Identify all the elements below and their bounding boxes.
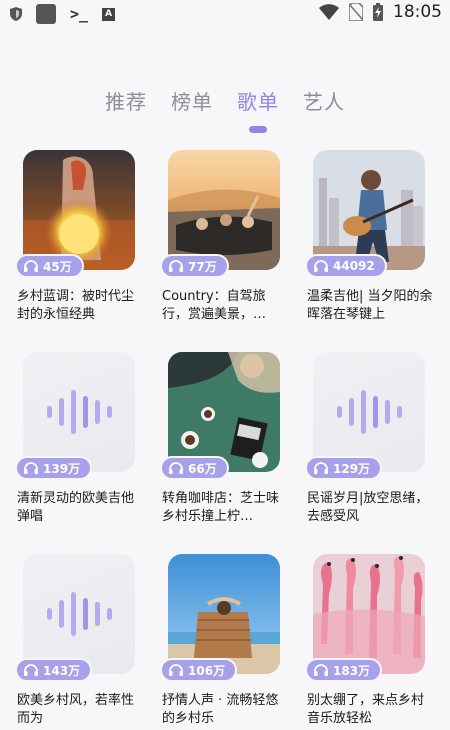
playlist-card[interactable]: 129万 民谣岁月|放空思绪，去感受风 [305,352,428,524]
play-count-badge: 139万 [15,456,93,480]
playlist-title[interactable]: 民谣岁月|放空思绪，去感受风 [307,490,433,526]
playlist-cover[interactable] [168,150,280,270]
playlist-card[interactable]: 106万 抒情人声 · 流畅轻悠的乡村乐 [160,554,282,726]
headphone-icon [169,260,183,272]
terminal-icon: >_ [70,5,89,23]
headphone-icon [24,260,38,272]
playlist-cover[interactable] [23,150,135,270]
playlist-card[interactable]: 77万 Country：自驾旅行，赏遍美景，… [160,150,282,322]
coffee-table-image [168,352,280,472]
play-count-badge: 183万 [305,658,383,682]
headphone-icon [169,664,183,676]
playlist-cover[interactable] [313,150,425,270]
playlist-card[interactable]: 45万 乡村蓝调：被时代尘封的永恒经典 [15,150,137,322]
shield-icon [10,7,22,21]
guitar-girl-city-image [313,150,425,270]
playlist-cover[interactable] [23,554,135,674]
playlist-cover[interactable] [313,554,425,674]
play-count: 44092 [333,259,375,273]
playlist-card[interactable]: 139万 清新灵动的欧美吉他弹唱 [15,352,137,524]
play-count: 66万 [188,461,217,476]
playlist-cover[interactable] [168,352,280,472]
headphone-icon [24,664,38,676]
playlist-cover[interactable] [23,352,135,472]
play-count: 143万 [43,663,81,678]
play-count: 106万 [188,663,226,678]
play-count-badge: 143万 [15,658,93,682]
playlist-title[interactable]: 乡村蓝调：被时代尘封的永恒经典 [17,288,143,324]
status-bar: >_ A 18:05 [0,0,450,28]
headphone-icon [24,462,38,474]
play-count: 129万 [333,461,371,476]
playlist-title[interactable]: 转角咖啡店：芝士味乡村乐撞上柠… [162,490,288,526]
app-notification-icon [36,4,56,24]
sound-wave-icon [47,592,112,636]
playlist-title[interactable]: Country：自驾旅行，赏遍美景，… [162,288,288,324]
playlist-title[interactable]: 欧美乡村风，若率性而为 [17,692,143,728]
playlist-cover[interactable] [168,554,280,674]
headphone-icon [314,260,328,272]
category-tabs: 推荐 榜单 歌单 艺人 [0,86,450,116]
play-count-badge: 44092 [305,254,387,278]
beach-chair-reader-image [168,554,280,674]
playlist-cover[interactable] [313,352,425,472]
playlist-title[interactable]: 抒情人声 · 流畅轻悠的乡村乐 [162,692,288,728]
clock: 18:05 [393,2,442,22]
a-notification-icon: A [102,7,116,21]
playlist-card[interactable]: 183万 别太绷了，来点乡村音乐放轻松 [305,554,427,726]
tab-playlists[interactable]: 歌单 [237,86,279,115]
headphone-icon [314,664,328,676]
playlist-title[interactable]: 清新灵动的欧美吉他弹唱 [17,490,143,526]
tab-artists[interactable]: 艺人 [303,86,345,115]
headphone-icon [314,462,328,474]
battery-charging-icon [373,3,383,21]
playlist-card[interactable]: 44092 温柔吉他| 当夕阳的余晖落在琴键上 [305,150,433,322]
play-count: 45万 [43,259,72,274]
tab-recommend[interactable]: 推荐 [105,86,147,115]
play-count-badge: 129万 [305,456,383,480]
play-count-badge: 77万 [160,254,229,278]
play-count-badge: 45万 [15,254,84,278]
convertible-road-trip-image [168,150,280,270]
playlist-title[interactable]: 别太绷了，来点乡村音乐放轻松 [307,692,433,728]
tab-active-indicator [249,126,267,133]
no-sim-icon [349,3,363,21]
play-count: 77万 [188,259,217,274]
play-count-badge: 66万 [160,456,229,480]
playlist-title[interactable]: 温柔吉他| 当夕阳的余晖落在琴键上 [307,288,433,324]
playlist-card[interactable]: 66万 转角咖啡店：芝士味乡村乐撞上柠… [160,352,282,524]
play-count-badge: 106万 [160,658,238,682]
sound-wave-icon [337,390,402,434]
tab-charts[interactable]: 榜单 [171,86,213,115]
play-count: 139万 [43,461,81,476]
flamingos-image [313,554,425,674]
lantern-woman-image [23,150,135,270]
sound-wave-icon [47,390,112,434]
wifi-icon [319,4,339,20]
play-count: 183万 [333,663,371,678]
headphone-icon [169,462,183,474]
playlist-card[interactable]: 143万 欧美乡村风，若率性而为 [15,554,137,726]
